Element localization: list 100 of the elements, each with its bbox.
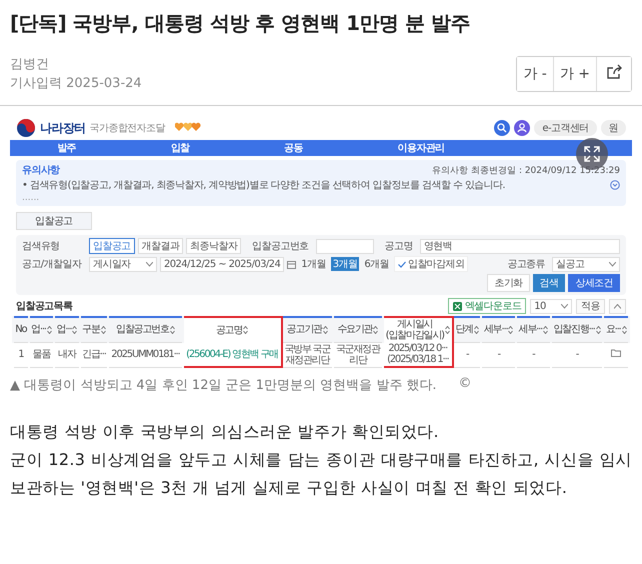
table-cell: 2025/03/12 0··· (2025/03/18 1··· bbox=[382, 342, 453, 367]
sort-icon[interactable] bbox=[322, 326, 328, 334]
detail-button[interactable]: 상세조건 bbox=[568, 274, 620, 292]
dropdown[interactable]: 게시일자 bbox=[89, 256, 157, 272]
copyright-mark: © bbox=[458, 376, 472, 393]
field-label: 공고/개찰일자 bbox=[22, 258, 83, 271]
table-cell: 물품 bbox=[28, 342, 54, 367]
input-field[interactable]: 영현백 bbox=[420, 238, 620, 254]
spreadsheet-icon bbox=[452, 302, 462, 310]
column-header[interactable]: 단계 bbox=[452, 317, 482, 342]
search-type-toggle[interactable]: 최종낙찰자 bbox=[186, 238, 242, 254]
nav-item[interactable]: 이용자관리 bbox=[398, 141, 445, 155]
column-header[interactable]: No bbox=[13, 317, 29, 342]
field-label: 공고종류 bbox=[507, 258, 545, 271]
article-paragraph: 대통령 석방 이후 국방부의 의심스러운 발주가 확인되었다. bbox=[10, 421, 440, 443]
search-type-toggle[interactable]: 입찰공고 bbox=[89, 238, 135, 254]
header-link[interactable]: 원 bbox=[600, 120, 626, 136]
notice-text: • 검색유형(입찰공고, 개찰결과, 최종낙찰자, 계약방법)별로 다양한 조건을 선택하여 입찰정보를 검색할 수 있습니다. bbox=[22, 179, 506, 192]
site-logo-text: 나라장터 bbox=[40, 120, 86, 136]
check-icon bbox=[398, 260, 406, 268]
share-button[interactable] bbox=[596, 57, 631, 91]
table-cell: 2025UMM0181··· bbox=[108, 342, 183, 367]
apply-button[interactable]: 적용 bbox=[576, 298, 605, 314]
sort-icon[interactable] bbox=[72, 326, 78, 334]
caret-icon bbox=[561, 304, 568, 308]
table-cell: 국군재정관 리단 bbox=[333, 342, 383, 367]
column-header[interactable]: 공고기관 bbox=[282, 317, 334, 342]
table-cell[interactable]: (256004-E) 영현백 구매 bbox=[182, 342, 282, 367]
site-subtitle: 국가종합전자조달 bbox=[90, 122, 165, 135]
sort-icon[interactable] bbox=[170, 326, 175, 334]
column-header[interactable]: 구분 bbox=[80, 317, 108, 342]
search-button[interactable] bbox=[494, 120, 510, 136]
caret-up-icon bbox=[614, 304, 621, 308]
photo-caption: ▲ 대통령이 석방되고 4일 후인 12일 군은 1만명분의 영현백을 발주 했다. bbox=[10, 377, 437, 394]
sort-icon[interactable] bbox=[373, 326, 378, 334]
period-button[interactable]: 3개월 bbox=[330, 257, 360, 271]
input-field[interactable] bbox=[316, 238, 374, 254]
folder-icon[interactable] bbox=[611, 349, 622, 357]
nav-item[interactable]: 입찰 bbox=[170, 141, 190, 155]
table-cell: 긴급··· bbox=[80, 342, 108, 367]
header-link[interactable]: e-고객센터 bbox=[534, 120, 597, 136]
sort-icon[interactable] bbox=[46, 326, 52, 334]
sort-icon[interactable] bbox=[508, 326, 514, 334]
column-header[interactable]: 수요기관 bbox=[333, 317, 383, 342]
sort-icon[interactable] bbox=[474, 326, 479, 334]
sort-icon[interactable] bbox=[622, 326, 627, 334]
list-title: 입찰공고목록 bbox=[16, 300, 72, 313]
date-label: 기사입력 bbox=[10, 76, 62, 91]
dropdown[interactable]: 실공고 bbox=[552, 256, 620, 272]
search-button[interactable]: 검색 bbox=[532, 274, 566, 292]
field-label: 입찰공고번호 bbox=[252, 240, 309, 253]
column-header[interactable]: 업··· bbox=[28, 317, 54, 342]
sort-icon[interactable] bbox=[543, 326, 548, 334]
sort-icon[interactable] bbox=[243, 326, 248, 334]
share-icon bbox=[605, 64, 623, 80]
search-type-toggle[interactable]: 개찰결과 bbox=[138, 238, 184, 254]
column-header[interactable]: 게시일시 (입찰마감일시) bbox=[382, 317, 453, 342]
period-button[interactable]: 1개월 bbox=[299, 257, 328, 271]
excel-download-button[interactable]: 엑셀다운로드 bbox=[448, 298, 526, 314]
user-icon bbox=[517, 123, 528, 133]
column-header[interactable]: 공고명 bbox=[182, 317, 282, 342]
column-header[interactable]: 요··· bbox=[603, 317, 629, 342]
nav-item[interactable]: 발주 bbox=[57, 141, 76, 155]
table-cell: 1 bbox=[13, 342, 29, 367]
nav-item[interactable]: 공동 bbox=[284, 141, 303, 155]
article-title: [단독] 국방부, 대통령 석방 후 영현백 1만명 분 발주 bbox=[10, 10, 471, 37]
user-button[interactable] bbox=[514, 120, 530, 136]
reset-button[interactable]: 초기화 bbox=[487, 274, 530, 292]
table-cell: - bbox=[516, 342, 551, 367]
column-header[interactable]: 업··· bbox=[54, 317, 80, 342]
search-icon bbox=[497, 123, 508, 133]
article-paragraph: 군이 12.3 비상계엄을 앞두고 시체를 담는 종이관 대량구매를 타진하고, 시신을 임시 보관하는 '영현백'은 3천 개 넘게 실제로 구입한 사실이 며칠 전 확인 되었다. bbox=[10, 449, 632, 499]
column-header[interactable]: 세부··· bbox=[481, 317, 516, 342]
page-size-dropdown[interactable]: 10 bbox=[530, 298, 572, 314]
table-cell: - bbox=[550, 342, 604, 367]
column-header[interactable]: 입찰공고번호 bbox=[108, 317, 183, 342]
date-range-field[interactable]: 2024/12/25 ~ 2025/03/24 bbox=[160, 256, 284, 272]
period-button[interactable]: 6개월 bbox=[362, 257, 391, 271]
sort-icon[interactable] bbox=[100, 326, 106, 334]
notice-title: 유의사항 bbox=[22, 164, 60, 177]
caret-icon bbox=[609, 262, 616, 266]
table-cell: 국방부 국군 재정관리단 bbox=[282, 342, 334, 367]
collapse-button[interactable] bbox=[609, 298, 626, 314]
author-name: 김병건 bbox=[10, 56, 50, 74]
chevron-down-icon[interactable] bbox=[610, 180, 620, 190]
exclude-checkbox[interactable]: 입찰마감제외 bbox=[394, 256, 468, 272]
column-header[interactable]: 세부··· bbox=[516, 317, 551, 342]
table-cell: 내자 bbox=[54, 342, 80, 367]
table-cell: - bbox=[452, 342, 482, 367]
tab[interactable]: 입찰공고 bbox=[16, 212, 92, 230]
field-label: 검색유형 bbox=[22, 240, 61, 253]
field-label: 공고명 bbox=[384, 240, 413, 253]
publish-date: 2025-03-24 bbox=[66, 76, 142, 91]
caret-icon bbox=[146, 262, 153, 266]
column-header[interactable]: 입찰진행··· bbox=[550, 317, 604, 342]
calendar-icon[interactable] bbox=[287, 260, 296, 268]
sort-icon[interactable] bbox=[596, 326, 601, 334]
sort-icon[interactable] bbox=[444, 326, 450, 334]
notice-more: ...... bbox=[22, 193, 40, 203]
table-cell: - bbox=[481, 342, 516, 367]
